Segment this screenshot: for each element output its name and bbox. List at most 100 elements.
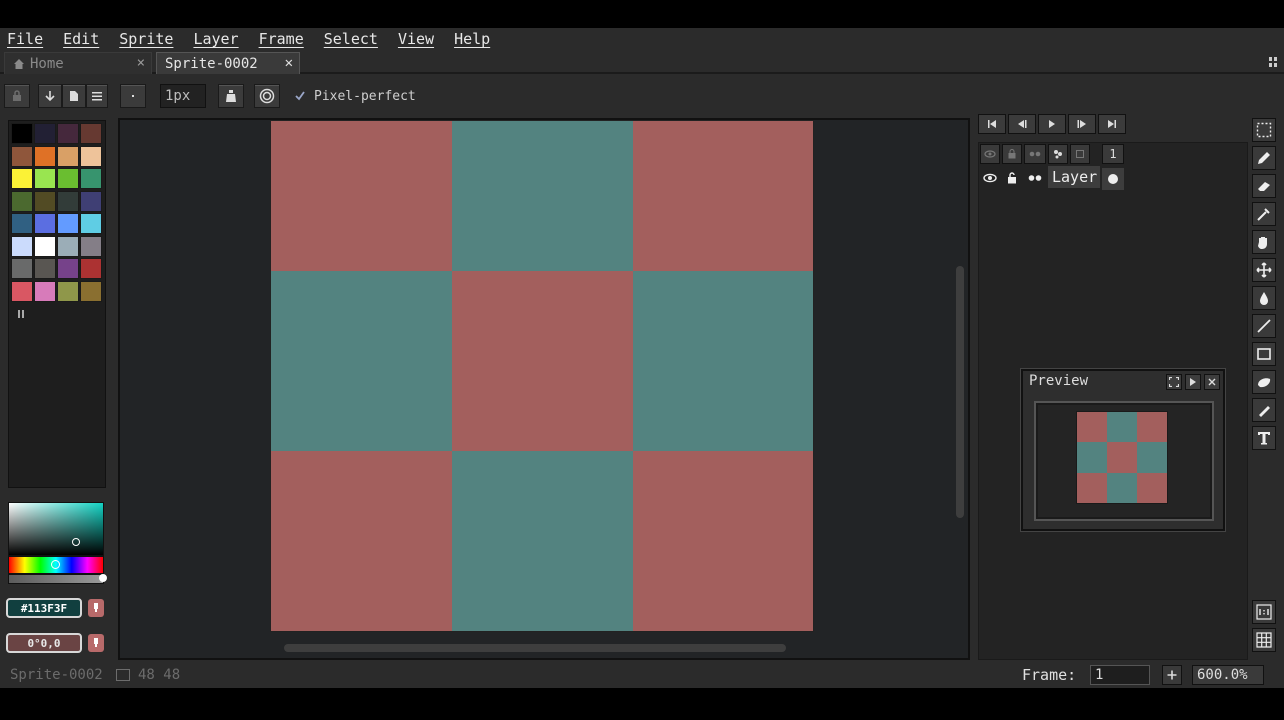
brush-type-button[interactable] — [120, 84, 146, 108]
tab-sprite-close-icon[interactable]: ✕ — [285, 55, 293, 71]
saturation-value-picker[interactable] — [8, 502, 104, 556]
palette-swatch[interactable] — [80, 168, 102, 189]
lock-icon[interactable] — [4, 84, 30, 108]
palette-swatch[interactable] — [80, 258, 102, 279]
arrow-down-icon[interactable] — [38, 84, 62, 108]
palette-swatch[interactable] — [80, 190, 102, 212]
palette-swatch[interactable] — [57, 235, 79, 257]
palette-resize-grip-icon[interactable] — [17, 309, 25, 319]
preview-fullscreen-icon[interactable] — [1166, 374, 1182, 390]
vertical-scrollbar[interactable] — [956, 266, 964, 518]
frame-input[interactable]: 1 — [1090, 665, 1150, 685]
marquee-tool-icon[interactable] — [1252, 118, 1276, 142]
line-tool-icon[interactable] — [1252, 314, 1276, 338]
palette-swatch[interactable] — [11, 258, 33, 279]
menu-view[interactable]: View — [395, 30, 437, 48]
brush-size-field[interactable]: 1px — [160, 84, 206, 108]
ink-icon[interactable] — [218, 84, 244, 108]
palette-swatch[interactable] — [11, 213, 33, 234]
eyedropper-tool-icon[interactable] — [1252, 202, 1276, 226]
palette-swatch[interactable] — [34, 123, 56, 144]
palette-swatch[interactable] — [57, 123, 79, 144]
layer-lock-icon[interactable] — [1002, 168, 1022, 188]
palette-swatch[interactable] — [80, 280, 102, 302]
foreground-color-field[interactable]: #113F3F — [6, 598, 82, 618]
palette-swatch[interactable] — [80, 213, 102, 234]
hue-slider-knob[interactable] — [51, 560, 60, 569]
sv-picker-knob[interactable] — [72, 538, 80, 546]
horizontal-scrollbar[interactable] — [284, 644, 786, 652]
frame-header-1[interactable]: 1 — [1102, 144, 1124, 164]
palette-swatch[interactable] — [34, 258, 56, 279]
palette-swatch[interactable] — [11, 123, 33, 144]
menu-frame[interactable]: Frame — [256, 30, 307, 48]
palette-swatch[interactable] — [34, 190, 56, 212]
timeline-options-icon[interactable] — [1070, 144, 1090, 164]
menu-lines-icon[interactable] — [86, 84, 108, 108]
document-icon[interactable] — [62, 84, 86, 108]
menu-layer[interactable]: Layer — [190, 30, 241, 48]
pencil-tool-icon[interactable] — [1252, 146, 1276, 170]
timeline-visibility-header-icon[interactable] — [980, 144, 1000, 164]
palette-swatch[interactable] — [34, 145, 56, 167]
actual-size-icon[interactable] — [1252, 600, 1276, 624]
first-frame-icon[interactable] — [978, 114, 1006, 134]
preview-close-icon[interactable] — [1204, 374, 1220, 390]
zoom-field[interactable]: 600.0% — [1192, 665, 1264, 685]
menu-sprite[interactable]: Sprite — [116, 30, 176, 48]
text-tool-icon[interactable] — [1252, 426, 1276, 450]
move-tool-icon[interactable] — [1252, 258, 1276, 282]
tabs-menu-icon[interactable] — [1268, 56, 1278, 68]
palette-swatch[interactable] — [34, 280, 56, 302]
sprite-canvas[interactable] — [270, 120, 814, 632]
contour-tool-icon[interactable] — [1252, 370, 1276, 394]
eraser-tool-icon[interactable] — [1252, 174, 1276, 198]
palette-swatch[interactable] — [34, 235, 56, 257]
palette-swatch[interactable] — [11, 235, 33, 257]
palette-swatch[interactable] — [11, 190, 33, 212]
onion-skin-icon[interactable] — [1048, 144, 1068, 164]
tab-home-close-icon[interactable]: × — [137, 55, 145, 71]
palette-swatch[interactable] — [57, 258, 79, 279]
layer-continuous-icon[interactable] — [1024, 168, 1046, 188]
add-frame-icon[interactable] — [1162, 665, 1182, 685]
grid-view-icon[interactable] — [1252, 628, 1276, 652]
menu-select[interactable]: Select — [321, 30, 381, 48]
tab-sprite[interactable]: Sprite-0002 ✕ — [156, 52, 300, 74]
palette-swatch[interactable] — [80, 235, 102, 257]
previous-frame-icon[interactable] — [1008, 114, 1036, 134]
menu-help[interactable]: Help — [451, 30, 493, 48]
layer-name[interactable]: Layer — [1048, 166, 1100, 188]
palette-swatch[interactable] — [57, 213, 79, 234]
opacity-icon[interactable] — [254, 84, 280, 108]
hand-tool-icon[interactable] — [1252, 230, 1276, 254]
alpha-slider-knob[interactable] — [99, 574, 107, 582]
palette-swatch[interactable] — [34, 168, 56, 189]
palette-swatch[interactable] — [57, 145, 79, 167]
palette-swatch[interactable] — [80, 145, 102, 167]
palette-swatch[interactable] — [80, 123, 102, 144]
play-icon[interactable] — [1038, 114, 1066, 134]
timeline-continuous-header-icon[interactable] — [1024, 144, 1046, 164]
palette-swatch[interactable] — [34, 213, 56, 234]
timeline-lock-header-icon[interactable] — [1002, 144, 1022, 164]
last-frame-icon[interactable] — [1098, 114, 1126, 134]
palette-swatch[interactable] — [11, 280, 33, 302]
preview-play-icon[interactable] — [1185, 374, 1201, 390]
palette-swatch[interactable] — [11, 168, 33, 189]
rectangle-tool-icon[interactable] — [1252, 342, 1276, 366]
foreground-color-menu-icon[interactable] — [88, 599, 104, 617]
palette-swatch[interactable] — [57, 280, 79, 302]
menu-file[interactable]: File — [4, 30, 46, 48]
background-color-field[interactable]: 0°0,0 — [6, 633, 82, 653]
palette-swatch[interactable] — [57, 190, 79, 212]
cel-filled-icon[interactable] — [1102, 168, 1124, 190]
background-color-menu-icon[interactable] — [88, 634, 104, 652]
blur-tool-icon[interactable] — [1252, 398, 1276, 422]
palette-swatch[interactable] — [11, 145, 33, 167]
layer-visibility-icon[interactable] — [980, 168, 1000, 188]
menu-edit[interactable]: Edit — [60, 30, 102, 48]
fill-tool-icon[interactable] — [1252, 286, 1276, 310]
alpha-slider[interactable] — [8, 574, 104, 584]
pixel-perfect-checkbox[interactable] — [294, 90, 306, 102]
